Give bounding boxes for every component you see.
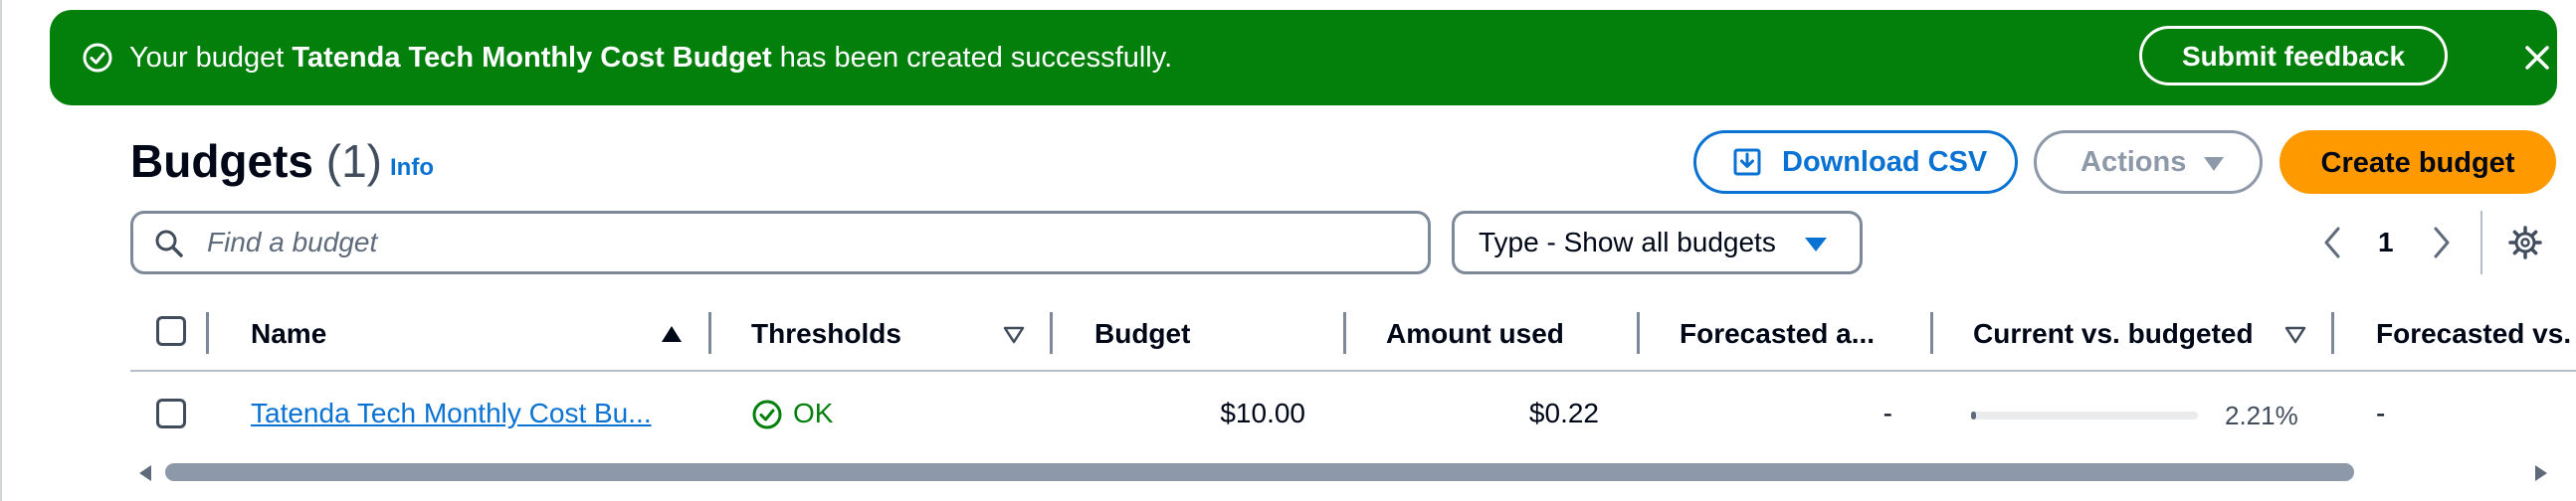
- budget-type-select[interactable]: Type - Show all budgets: [1452, 211, 1863, 274]
- budget-progress-fill: [1971, 412, 1976, 419]
- column-header-name[interactable]: Name: [251, 316, 326, 352]
- scroll-left-arrow-icon[interactable]: [137, 463, 153, 483]
- column-divider[interactable]: [708, 312, 711, 354]
- current-vs-budgeted-value: 2.21%: [2225, 401, 2298, 430]
- chevron-left-icon[interactable]: [2318, 223, 2346, 262]
- gear-icon[interactable]: [2507, 225, 2543, 260]
- flash-message: Your budget Tatenda Tech Monthly Cost Bu…: [129, 38, 1172, 78]
- column-header-forecasted-vs-budgeted[interactable]: Forecasted vs.: [2376, 316, 2571, 352]
- sort-ascending-icon[interactable]: [660, 324, 684, 344]
- column-header-forecasted-amount[interactable]: Forecasted a...: [1680, 316, 1875, 352]
- page-title-text: Budgets: [130, 135, 313, 187]
- threshold-status: OK: [793, 398, 834, 428]
- sort-descending-icon[interactable]: [2284, 326, 2306, 344]
- flash-message-suffix: has been created successfully.: [771, 42, 1173, 74]
- column-header-amount-used[interactable]: Amount used: [1386, 316, 1564, 352]
- column-divider: [206, 312, 209, 354]
- budget-progress-bar: [1971, 412, 2198, 419]
- horizontal-scrollbar-thumb[interactable]: [165, 463, 2354, 481]
- success-circle-check-icon: [752, 400, 782, 429]
- search-placeholder: Find a budget: [207, 227, 378, 257]
- select-all-checkbox[interactable]: [156, 316, 186, 346]
- column-divider[interactable]: [1343, 312, 1346, 354]
- forecasted-amount: -: [1882, 398, 1892, 428]
- close-icon[interactable]: [2519, 40, 2555, 76]
- row-checkbox[interactable]: [156, 399, 186, 428]
- info-link[interactable]: Info: [390, 153, 434, 183]
- table-header-divider: [130, 370, 2576, 372]
- flash-message-prefix: Your budget: [129, 42, 293, 74]
- caret-down-icon: [1805, 238, 1827, 251]
- success-circle-check-icon: [83, 43, 112, 73]
- column-divider[interactable]: [1637, 312, 1640, 354]
- caret-down-icon: [2204, 157, 2224, 171]
- search-icon: [155, 230, 183, 257]
- budget-amount: $10.00: [1220, 398, 1305, 428]
- column-header-current-vs-budgeted[interactable]: Current vs. budgeted: [1973, 316, 2254, 352]
- current-page-number[interactable]: 1: [2378, 225, 2394, 260]
- column-divider[interactable]: [1050, 312, 1053, 354]
- sort-descending-icon[interactable]: [1003, 326, 1025, 344]
- actions-label: Actions: [2081, 146, 2187, 178]
- column-divider[interactable]: [2331, 312, 2334, 354]
- column-header-thresholds[interactable]: Thresholds: [751, 316, 901, 352]
- amount-used: $0.22: [1528, 398, 1599, 428]
- download-csv-button[interactable]: Download CSV: [1693, 130, 2018, 194]
- toolbar-divider: [2480, 211, 2482, 274]
- page-title: Budgets (1): [130, 131, 382, 191]
- column-header-budget[interactable]: Budget: [1094, 316, 1190, 352]
- submit-feedback-button[interactable]: Submit feedback: [2139, 26, 2448, 85]
- actions-dropdown-button[interactable]: Actions: [2034, 130, 2263, 194]
- budget-name-link[interactable]: Tatenda Tech Monthly Cost Bu...: [251, 396, 652, 431]
- forecasted-vs-budgeted-value: -: [2376, 398, 2386, 428]
- download-csv-label: Download CSV: [1782, 146, 1988, 178]
- search-input[interactable]: Find a budget: [130, 211, 1431, 274]
- chevron-right-icon[interactable]: [2428, 223, 2456, 262]
- success-flash-banner: Your budget Tatenda Tech Monthly Cost Bu…: [50, 10, 2557, 105]
- budget-type-selected: Type - Show all budgets: [1479, 227, 1776, 257]
- budget-count: (1): [325, 135, 383, 187]
- left-border: [0, 0, 2, 501]
- scroll-right-arrow-icon[interactable]: [2533, 463, 2549, 483]
- flash-budget-name: Tatenda Tech Monthly Cost Budget: [292, 42, 772, 74]
- column-divider[interactable]: [1930, 312, 1933, 354]
- download-icon: [1733, 148, 1761, 176]
- create-budget-button[interactable]: Create budget: [2279, 130, 2556, 194]
